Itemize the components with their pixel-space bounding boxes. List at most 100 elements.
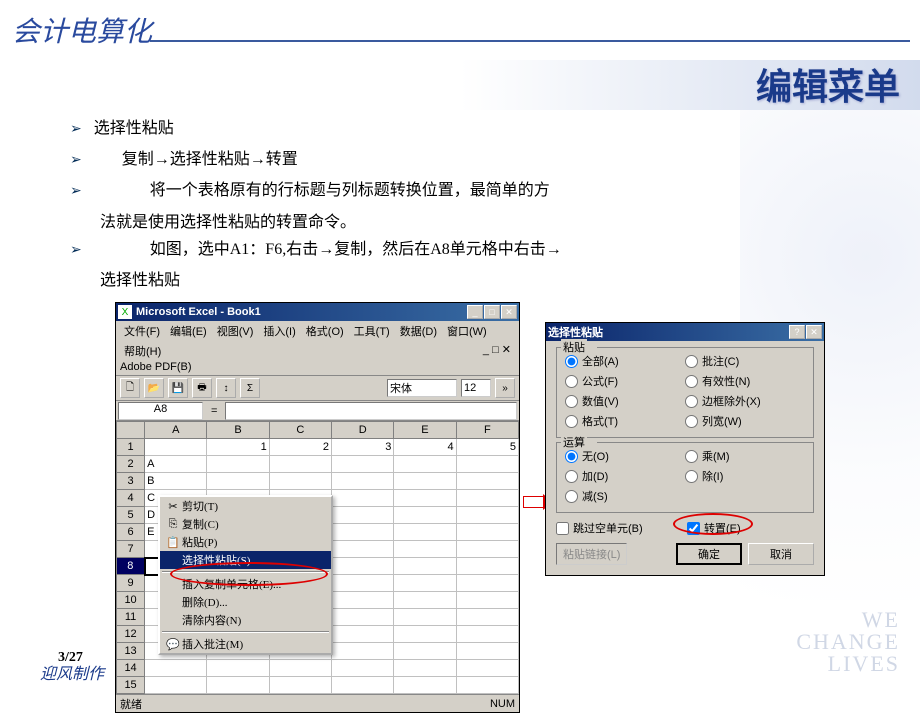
select-all-corner[interactable]	[117, 422, 145, 439]
name-box[interactable]: A8	[118, 402, 203, 420]
cell[interactable]: 3	[332, 439, 394, 456]
col-header-c[interactable]: C	[269, 422, 331, 439]
cell[interactable]	[394, 524, 456, 541]
maximize-button[interactable]: □	[484, 305, 500, 319]
cell[interactable]	[394, 677, 456, 694]
minimize-button[interactable]: _	[467, 305, 483, 319]
cell[interactable]	[332, 456, 394, 473]
cell[interactable]	[456, 626, 518, 643]
cell[interactable]	[456, 524, 518, 541]
cell[interactable]	[207, 660, 269, 677]
radio-formulas[interactable]: 公式(F)	[565, 373, 685, 389]
cell[interactable]	[269, 677, 331, 694]
cell[interactable]	[456, 490, 518, 507]
cell[interactable]	[456, 558, 518, 575]
cell[interactable]	[332, 490, 394, 507]
cell[interactable]	[269, 473, 331, 490]
check-transpose[interactable]: 转置(E)	[687, 520, 814, 536]
tool-sort-icon[interactable]: ↕	[216, 378, 236, 398]
menu-help[interactable]: 帮助(H)	[120, 342, 165, 360]
cell[interactable]	[332, 524, 394, 541]
ctx-insert-cells[interactable]: 插入复制单元格(E)...	[160, 575, 331, 593]
cell[interactable]	[456, 677, 518, 694]
cell[interactable]	[456, 575, 518, 592]
ctx-copy[interactable]: ⎘复制(C)	[160, 515, 331, 533]
cell[interactable]	[394, 541, 456, 558]
font-name-input[interactable]	[387, 379, 457, 397]
radio-div[interactable]: 除(I)	[685, 468, 805, 484]
font-size-input[interactable]	[461, 379, 491, 397]
ctx-delete[interactable]: 删除(D)...	[160, 593, 331, 611]
cell[interactable]	[332, 626, 394, 643]
paste-link-button[interactable]: 粘贴链接(L)	[556, 543, 627, 565]
menu-format[interactable]: 格式(O)	[302, 322, 348, 340]
cell[interactable]	[332, 643, 394, 660]
cell[interactable]	[207, 456, 269, 473]
check-skip-blanks[interactable]: 跳过空单元(B)	[556, 520, 683, 536]
cell[interactable]: 1	[207, 439, 269, 456]
cell[interactable]	[145, 660, 207, 677]
cell[interactable]	[394, 456, 456, 473]
cell[interactable]: 4	[394, 439, 456, 456]
menu-window[interactable]: 窗口(W)	[443, 322, 491, 340]
ctx-clear[interactable]: 清除内容(N)	[160, 611, 331, 629]
cell[interactable]	[456, 609, 518, 626]
menu-tools[interactable]: 工具(T)	[350, 322, 394, 340]
cell[interactable]	[145, 439, 207, 456]
row-header[interactable]: 10	[117, 592, 145, 609]
cell[interactable]	[332, 609, 394, 626]
cell[interactable]	[456, 660, 518, 677]
cell[interactable]: B	[145, 473, 207, 490]
cell[interactable]	[207, 677, 269, 694]
row-header[interactable]: 5	[117, 507, 145, 524]
col-header-f[interactable]: F	[456, 422, 518, 439]
row-header[interactable]: 11	[117, 609, 145, 626]
cell[interactable]	[332, 660, 394, 677]
cell[interactable]	[269, 456, 331, 473]
ctx-insert-comment[interactable]: 💬插入批注(M)	[160, 635, 331, 653]
close-button[interactable]: ✕	[501, 305, 517, 319]
row-header[interactable]: 15	[117, 677, 145, 694]
tool-new-icon[interactable]: 🗋	[120, 378, 140, 398]
cell[interactable]	[394, 558, 456, 575]
tool-sum-icon[interactable]: Σ	[240, 378, 260, 398]
cell[interactable]	[394, 473, 456, 490]
col-header-d[interactable]: D	[332, 422, 394, 439]
cell[interactable]	[332, 677, 394, 694]
radio-formats[interactable]: 格式(T)	[565, 413, 685, 429]
menu-edit[interactable]: 编辑(E)	[166, 322, 211, 340]
radio-all[interactable]: 全部(A)	[565, 353, 685, 369]
cell[interactable]	[394, 490, 456, 507]
radio-sub[interactable]: 减(S)	[565, 488, 685, 504]
row-header[interactable]: 1	[117, 439, 145, 456]
row-header[interactable]: 14	[117, 660, 145, 677]
cell[interactable]	[207, 473, 269, 490]
row-header[interactable]: 9	[117, 575, 145, 592]
menu-adobepdf[interactable]: Adobe PDF(B)	[120, 361, 192, 373]
close-button[interactable]: ✕	[806, 325, 822, 339]
cell[interactable]	[394, 643, 456, 660]
cell[interactable]	[394, 575, 456, 592]
col-header-b[interactable]: B	[207, 422, 269, 439]
menu-insert[interactable]: 插入(I)	[259, 322, 299, 340]
row-header[interactable]: 4	[117, 490, 145, 507]
cell[interactable]: A	[145, 456, 207, 473]
col-header-a[interactable]: A	[145, 422, 207, 439]
cell[interactable]: 2	[269, 439, 331, 456]
row-header-selected[interactable]: 8	[117, 558, 145, 575]
cell[interactable]	[394, 626, 456, 643]
row-header[interactable]: 12	[117, 626, 145, 643]
cell[interactable]	[394, 609, 456, 626]
radio-comments[interactable]: 批注(C)	[685, 353, 805, 369]
cell[interactable]	[456, 507, 518, 524]
row-header[interactable]: 3	[117, 473, 145, 490]
mdiclose[interactable]: _ □ ✕	[479, 342, 515, 360]
ok-button[interactable]: 确定	[676, 543, 742, 565]
cell[interactable]	[456, 456, 518, 473]
radio-mul[interactable]: 乘(M)	[685, 448, 805, 464]
tool-more-icon[interactable]: »	[495, 378, 515, 398]
help-button[interactable]: ?	[789, 325, 805, 339]
row-header[interactable]: 13	[117, 643, 145, 660]
cell[interactable]	[456, 473, 518, 490]
radio-borders[interactable]: 边框除外(X)	[685, 393, 805, 409]
